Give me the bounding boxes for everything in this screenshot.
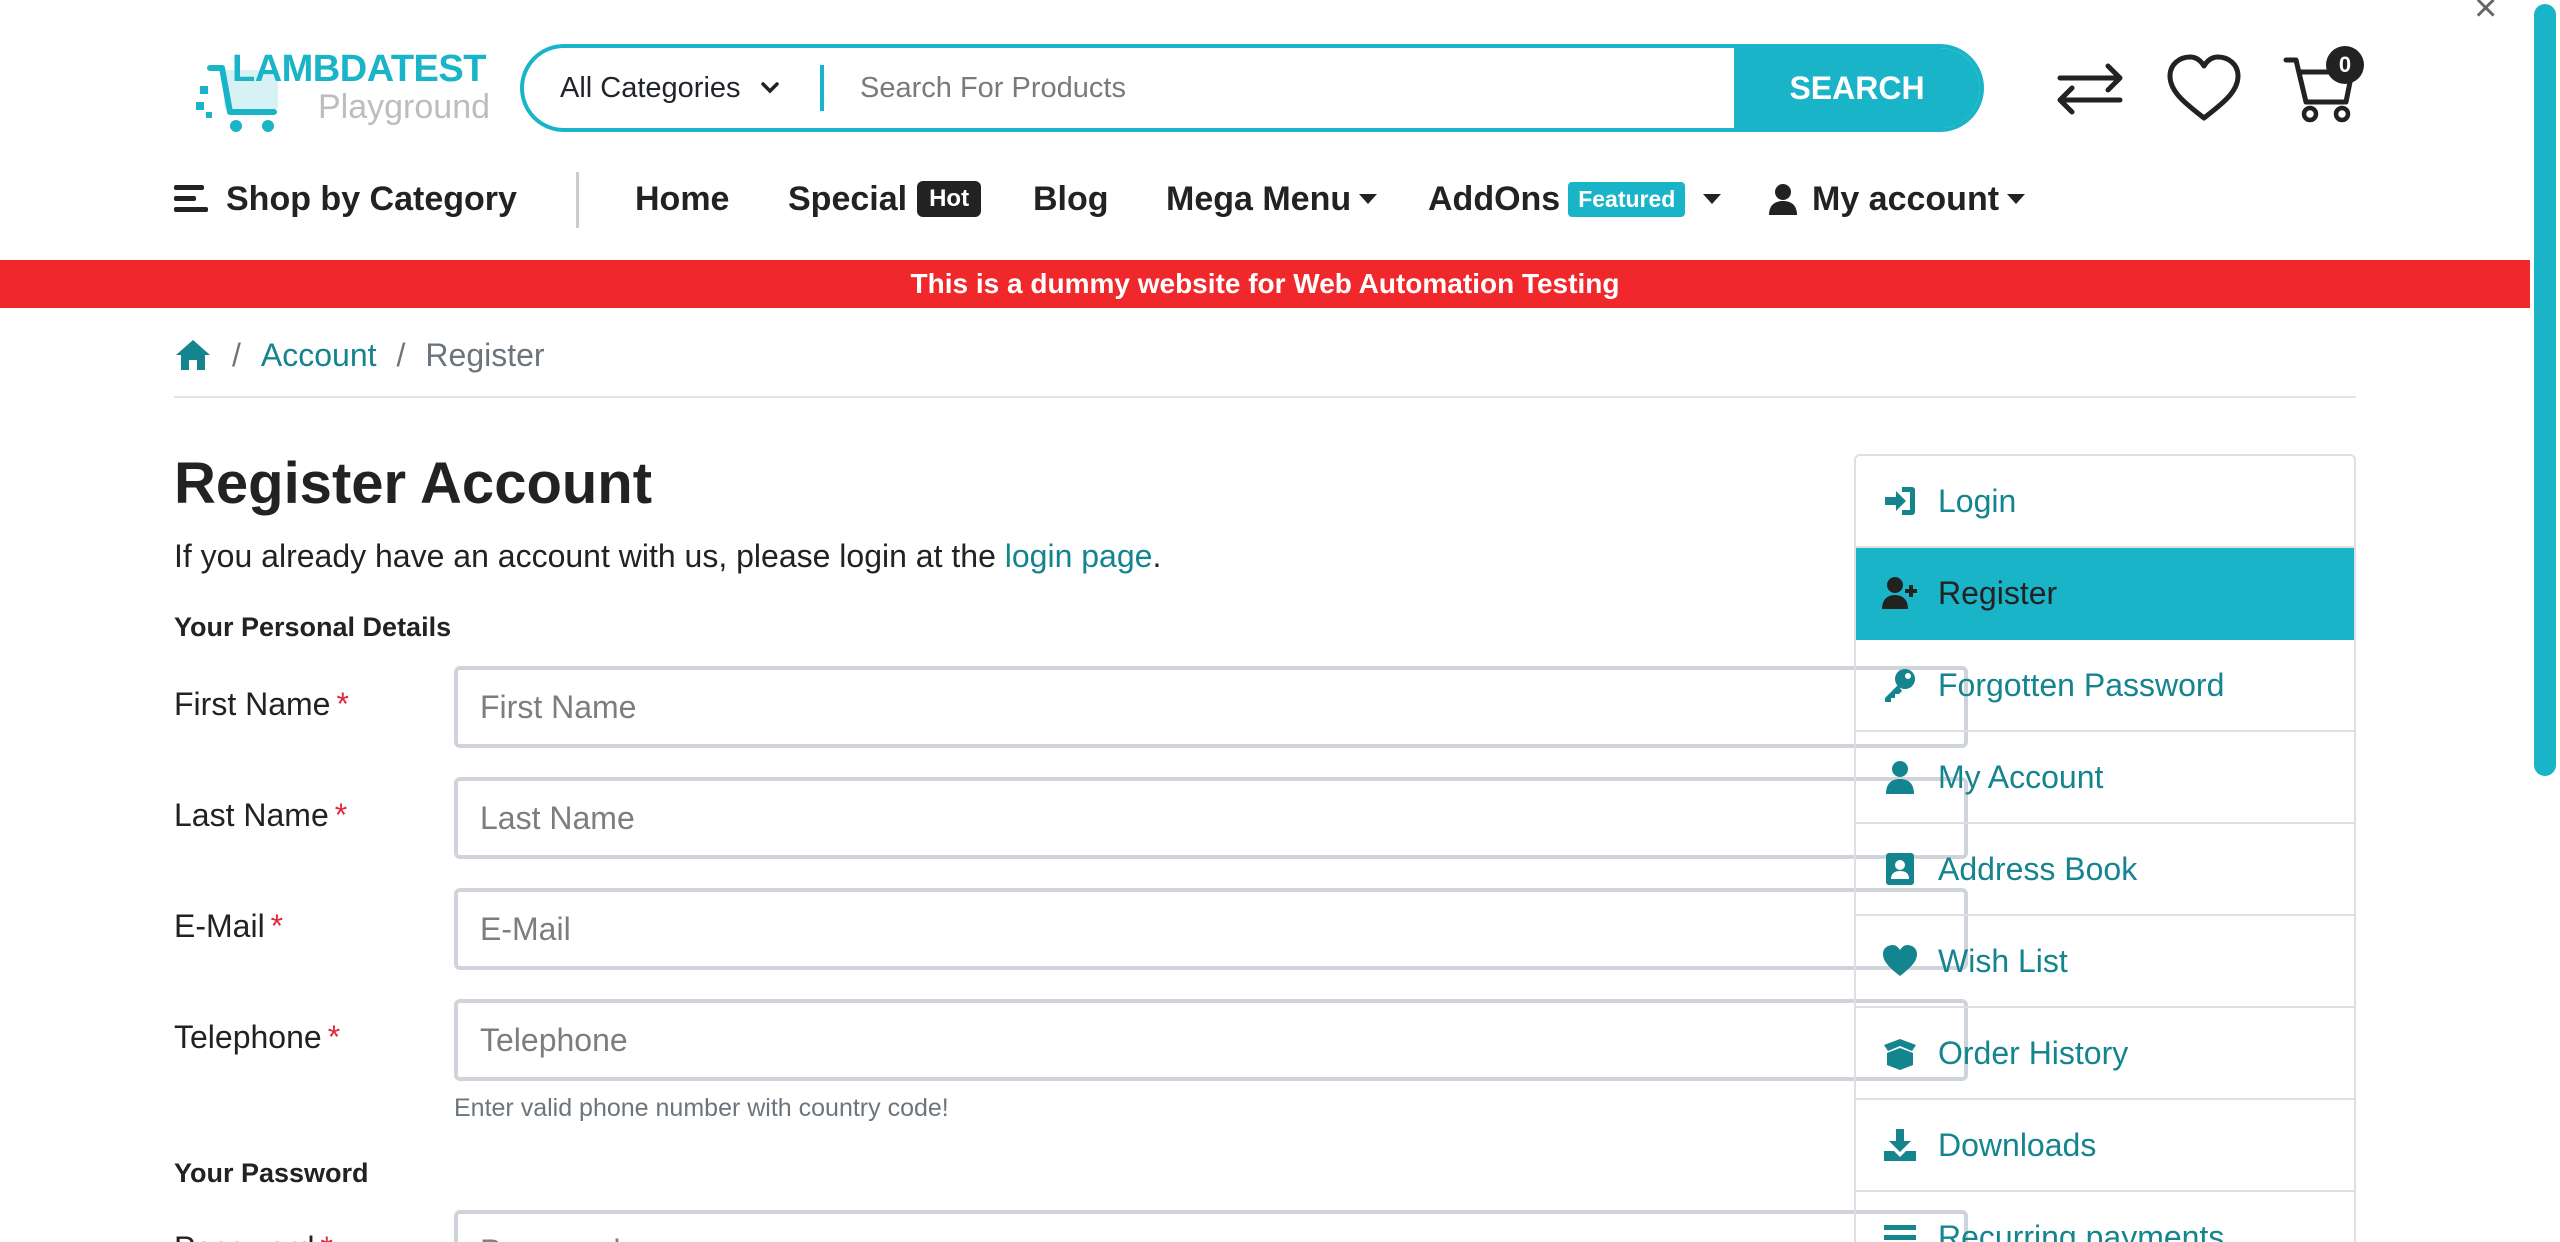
- last-name-row: Last Name *: [174, 777, 1968, 859]
- caret-down-icon: [1703, 194, 1722, 204]
- download-icon: [1884, 1129, 1916, 1161]
- login-intro-text: If you already have an account with us, …: [174, 538, 1161, 575]
- user-icon: [1769, 184, 1797, 215]
- user-icon: [1886, 761, 1914, 794]
- nav-addons[interactable]: AddOns Featured: [1428, 168, 1722, 230]
- required-mark: *: [270, 908, 284, 944]
- breadcrumb-account[interactable]: Account: [261, 337, 377, 374]
- sidebar-item-recurring-payments[interactable]: Recurring payments: [1856, 1192, 2354, 1242]
- sidebar-item-label: Forgotten Password: [1938, 666, 2225, 703]
- category-dropdown[interactable]: All Categories: [524, 48, 820, 128]
- sidebar-item-label: My Account: [1938, 758, 2104, 795]
- heart-icon: [1883, 945, 1917, 976]
- sidebar-item-address-book[interactable]: Address Book: [1856, 824, 2354, 916]
- cart-count-badge: 0: [2326, 46, 2364, 84]
- required-mark: *: [336, 686, 349, 722]
- caret-down-icon: [2007, 194, 2026, 204]
- account-sidebar: Login Register Forgotten Password My Acc…: [1854, 454, 2356, 1242]
- sidebar-item-label: Order History: [1938, 1034, 2129, 1071]
- email-row: E-Mail *: [174, 888, 1968, 970]
- last-name-label: Last Name *: [174, 797, 348, 833]
- password-input[interactable]: [454, 1210, 1968, 1242]
- telephone-input[interactable]: [454, 999, 1968, 1081]
- sidebar-item-forgotten-password[interactable]: Forgotten Password: [1856, 640, 2354, 732]
- first-name-row: First Name *: [174, 666, 1968, 748]
- password-label: Password*: [174, 1230, 333, 1242]
- wishlist-heart-icon[interactable]: [2166, 54, 2242, 124]
- nav-blog[interactable]: Blog: [1033, 168, 1109, 230]
- intro-prefix: If you already have an account with us, …: [174, 538, 1005, 574]
- personal-details-legend: Your Personal Details: [174, 612, 452, 642]
- shop-by-category-button[interactable]: Shop by Category: [174, 168, 517, 230]
- sidebar-item-label: Register: [1938, 574, 2058, 611]
- caret-down-icon: [1359, 194, 1378, 204]
- key-icon: [1885, 669, 1915, 702]
- compare-icon[interactable]: [2052, 54, 2128, 124]
- required-mark: *: [334, 797, 348, 833]
- featured-badge: Featured: [1568, 181, 1686, 217]
- telephone-row: Telephone *: [174, 999, 1968, 1081]
- breadcrumb: / Account / Register: [174, 330, 545, 380]
- email-input[interactable]: [454, 888, 1968, 970]
- nav-my-account-label: My account: [1812, 179, 2000, 218]
- sidebar-item-my-account[interactable]: My Account: [1856, 732, 2354, 824]
- nav-addons-label: AddOns: [1428, 179, 1561, 218]
- close-icon[interactable]: ×: [2474, 0, 2497, 31]
- sign-in-icon: [1885, 487, 1915, 515]
- required-mark: *: [327, 1019, 341, 1055]
- breadcrumb-divider: [174, 396, 2356, 398]
- user-plus-icon: [1882, 577, 1917, 609]
- site-header: LAMBDATEST Playground All Categories SEA…: [0, 0, 2530, 260]
- scrollbar-thumb[interactable]: [2534, 4, 2556, 776]
- sidebar-item-register[interactable]: Register: [1856, 548, 2354, 640]
- hot-badge: Hot: [917, 181, 982, 217]
- sidebar-item-label: Wish List: [1938, 942, 2068, 979]
- breadcrumb-separator: /: [232, 336, 241, 373]
- nav-mega-menu[interactable]: Mega Menu: [1166, 168, 1378, 230]
- breadcrumb-current: Register: [425, 336, 545, 373]
- first-name-label: First Name *: [174, 686, 349, 722]
- password-legend: Your Password: [174, 1158, 369, 1188]
- intro-suffix: .: [1152, 538, 1162, 574]
- nav-home[interactable]: Home: [635, 168, 729, 230]
- login-page-link[interactable]: login page: [1005, 538, 1153, 574]
- nav-my-account[interactable]: My account: [1768, 168, 2026, 230]
- sidebar-item-wish-list[interactable]: Wish List: [1856, 916, 2354, 1008]
- sidebar-item-login[interactable]: Login: [1856, 456, 2354, 548]
- home-icon[interactable]: [174, 338, 212, 372]
- sidebar-item-label: Recurring payments: [1938, 1218, 2225, 1242]
- sidebar-item-label: Login: [1938, 482, 2017, 519]
- shop-by-category-label: Shop by Category: [226, 179, 517, 218]
- dummy-site-alert: This is a dummy website for Web Automati…: [0, 260, 2530, 308]
- page-title: Register Account: [174, 451, 653, 516]
- search-button[interactable]: SEARCH: [1734, 48, 1980, 128]
- logo-title: LAMBDATEST: [232, 48, 486, 90]
- lambdatest-logo[interactable]: LAMBDATEST Playground: [196, 46, 490, 146]
- box-open-icon: [1884, 1039, 1916, 1070]
- sidebar-item-label: Address Book: [1938, 850, 2138, 887]
- nav-special-label: Special: [788, 179, 908, 218]
- search-input[interactable]: [824, 48, 1734, 128]
- last-name-input[interactable]: [454, 777, 1968, 859]
- search-bar: All Categories SEARCH: [520, 44, 1984, 132]
- telephone-label: Telephone *: [174, 1019, 341, 1055]
- sidebar-item-order-history[interactable]: Order History: [1856, 1008, 2354, 1100]
- password-row: Password*: [174, 1210, 1968, 1242]
- category-dropdown-value: All Categories: [560, 71, 741, 104]
- nav-divider: [576, 172, 579, 228]
- menu-bars-icon: [174, 185, 208, 212]
- address-book-icon: [1886, 853, 1914, 885]
- logo-subtitle: Playground: [318, 88, 491, 126]
- required-mark: *: [321, 1230, 333, 1242]
- chevron-down-icon: [761, 82, 779, 94]
- email-label: E-Mail *: [174, 908, 284, 944]
- breadcrumb-separator: /: [396, 336, 406, 373]
- first-name-input[interactable]: [454, 666, 1968, 748]
- sidebar-item-downloads[interactable]: Downloads: [1856, 1100, 2354, 1192]
- telephone-help-text: Enter valid phone number with country co…: [454, 1094, 949, 1122]
- nav-mega-menu-label: Mega Menu: [1166, 179, 1352, 218]
- nav-special[interactable]: Special Hot: [788, 168, 982, 230]
- bars-icon: [1884, 1225, 1916, 1240]
- sidebar-item-label: Downloads: [1938, 1126, 2097, 1163]
